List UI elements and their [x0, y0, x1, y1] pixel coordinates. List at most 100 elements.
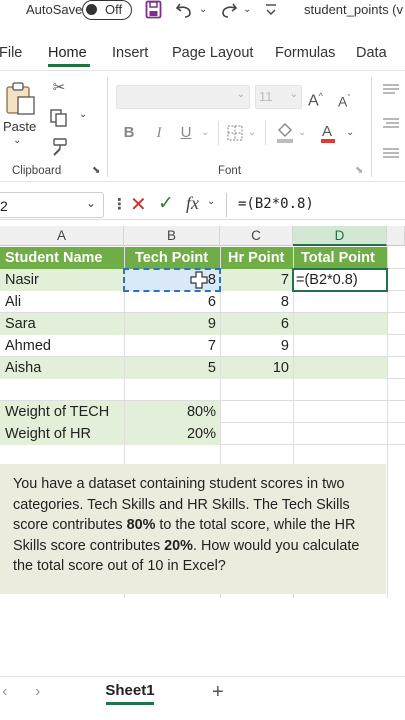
font-color-dropdown-icon[interactable]: ⌄: [346, 127, 354, 138]
chevron-down-icon[interactable]: ⌄: [207, 196, 215, 207]
cell-tech-point[interactable]: 9: [125, 313, 220, 335]
column-header-d[interactable]: D: [293, 226, 387, 246]
question-textbox[interactable]: You have a dataset containing student sc…: [0, 464, 386, 594]
save-icon[interactable]: [144, 0, 164, 20]
name-box-value: 2: [0, 198, 8, 214]
cell-total-point[interactable]: [294, 313, 387, 335]
cell-name[interactable]: Nasir: [0, 269, 124, 291]
font-color-icon[interactable]: A: [320, 122, 336, 144]
sheet-tab-bar: ‹ › +: [0, 676, 405, 720]
header-student-name[interactable]: Student Name: [0, 247, 124, 269]
divider: [226, 193, 227, 217]
tab-home[interactable]: Home: [48, 45, 87, 61]
cell-name[interactable]: Sara: [0, 313, 124, 335]
name-box[interactable]: 2 ⌄: [0, 192, 104, 218]
weight-hr-value[interactable]: 20%: [125, 423, 220, 445]
cell-name[interactable]: Ali: [0, 291, 124, 313]
column-header-b[interactable]: B: [124, 226, 220, 246]
formula-input[interactable]: =(B2*0.8): [238, 196, 314, 212]
paste-button[interactable]: Paste: [3, 119, 36, 134]
add-sheet-icon[interactable]: +: [212, 681, 224, 704]
redo-dropdown-icon[interactable]: ⌄: [243, 4, 251, 15]
scroll-right-icon[interactable]: ›: [35, 683, 40, 701]
cell-hr-point[interactable]: 7: [221, 269, 293, 291]
enter-icon[interactable]: ✓: [158, 192, 174, 215]
cell-name[interactable]: Ahmed: [0, 335, 124, 357]
cell-hr-point[interactable]: 9: [221, 335, 293, 357]
cell-name[interactable]: Aisha: [0, 357, 124, 379]
tab-insert[interactable]: Insert: [112, 45, 148, 61]
tab-page-layout[interactable]: Page Layout: [172, 45, 253, 61]
active-tab-indicator: [48, 64, 90, 67]
column-header-a[interactable]: A: [0, 226, 124, 246]
question-hr-weight: 20%: [164, 537, 193, 554]
underline-dropdown-icon[interactable]: ⌄: [201, 127, 209, 138]
divider: [371, 77, 372, 177]
cell-hr-point[interactable]: 10: [221, 357, 293, 379]
ribbon: Paste ⌄ ✂ ⌄ Clipboard ⬊ ⌄ 11 ⌄ A^ Aˇ B I…: [0, 70, 405, 182]
borders-dropdown-icon[interactable]: ⌄: [248, 127, 256, 138]
svg-text:A: A: [322, 123, 332, 140]
tab-file[interactable]: File: [0, 45, 22, 61]
cut-icon[interactable]: ✂: [50, 79, 68, 97]
clipboard-launcher-icon[interactable]: ⬊: [92, 165, 100, 176]
fill-color-icon[interactable]: [275, 122, 295, 144]
insert-function-icon[interactable]: fx: [186, 193, 199, 214]
italic-button[interactable]: I: [153, 124, 165, 142]
clipboard-group-label: Clipboard: [12, 165, 62, 177]
cell-hr-point[interactable]: 8: [221, 291, 293, 313]
question-tech-weight: 80%: [126, 517, 156, 533]
toggle-knob: [86, 4, 97, 15]
cell-cursor-icon: [190, 271, 208, 289]
weight-tech-value[interactable]: 80%: [125, 401, 220, 423]
cancel-icon[interactable]: ✕: [130, 192, 147, 217]
scroll-left-icon[interactable]: ‹: [2, 683, 7, 701]
active-cell: [292, 268, 388, 292]
font-size-combo[interactable]: 11 ⌄: [255, 85, 302, 109]
font-size-value: 11: [259, 89, 273, 104]
tab-formulas[interactable]: Formulas: [275, 45, 335, 61]
file-name: student_points (v: [304, 2, 404, 17]
customize-toolbar-icon[interactable]: [264, 2, 278, 18]
chevron-down-icon: ⌄: [86, 196, 97, 210]
fill-color-dropdown-icon[interactable]: ⌄: [298, 127, 306, 138]
cell-tech-point[interactable]: 5: [125, 357, 220, 379]
autosave-label: AutoSave: [26, 2, 83, 17]
copy-icon[interactable]: [49, 108, 69, 128]
header-tech-point[interactable]: Tech Point: [125, 247, 220, 269]
undo-dropdown-icon[interactable]: ⌄: [199, 4, 207, 15]
more-options-icon[interactable]: ⋮: [112, 195, 127, 213]
divider: [218, 121, 219, 145]
format-painter-icon[interactable]: [49, 137, 69, 157]
cell-hr-point[interactable]: 6: [221, 313, 293, 335]
weight-tech-label[interactable]: Weight of TECH: [0, 401, 124, 423]
column-header-e[interactable]: [387, 226, 405, 246]
cell-total-point[interactable]: [294, 335, 387, 357]
divider: [265, 121, 266, 145]
font-name-combo[interactable]: ⌄: [116, 85, 250, 109]
header-hr-point[interactable]: Hr Point: [221, 247, 293, 269]
underline-button[interactable]: U: [180, 124, 192, 142]
weight-hr-label[interactable]: Weight of HR: [0, 423, 124, 445]
paste-icon[interactable]: [4, 81, 36, 115]
redo-icon[interactable]: [218, 0, 240, 20]
autosave-toggle[interactable]: Off: [82, 0, 132, 20]
increase-font-size-icon[interactable]: A^: [308, 87, 323, 110]
bold-button[interactable]: B: [123, 124, 135, 142]
paste-dropdown-icon[interactable]: ⌄: [13, 135, 21, 146]
cell-total-point[interactable]: [294, 357, 387, 379]
autosave-state: Off: [105, 2, 123, 17]
borders-icon[interactable]: [226, 124, 244, 142]
undo-icon[interactable]: [174, 0, 196, 20]
tab-data[interactable]: Data: [356, 45, 387, 61]
cell-tech-point[interactable]: 7: [125, 335, 220, 357]
column-header-c[interactable]: C: [220, 226, 293, 246]
chevron-down-icon: ⌄: [236, 89, 245, 100]
alignment-icons[interactable]: [381, 77, 403, 167]
font-launcher-icon[interactable]: ⬊: [355, 165, 363, 176]
copy-dropdown-icon[interactable]: ⌄: [79, 109, 87, 120]
header-total-point[interactable]: Total Point: [294, 247, 387, 269]
cell-tech-point[interactable]: 6: [125, 291, 220, 313]
cell-total-point[interactable]: [294, 291, 387, 313]
decrease-font-size-icon[interactable]: Aˇ: [338, 89, 350, 111]
